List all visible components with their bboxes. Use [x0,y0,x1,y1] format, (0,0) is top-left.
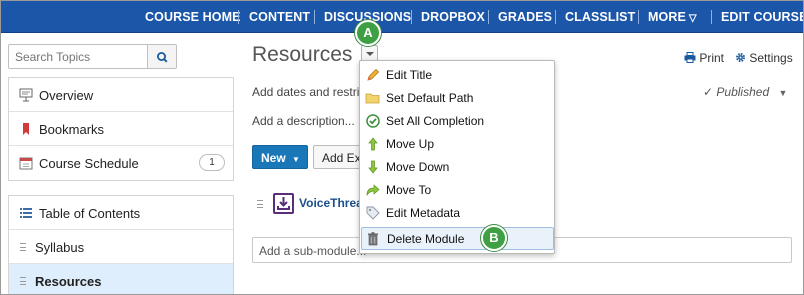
sidebar-item-bookmarks[interactable]: Bookmarks [9,112,233,146]
settings-link[interactable]: Settings [735,51,793,65]
nav-separator [638,10,639,24]
menu-item-move-down[interactable]: Move Down [361,155,554,178]
add-description-link[interactable]: Add a description... [252,114,355,128]
nav-separator [555,10,556,24]
nav-separator [711,10,712,24]
check-icon: ✓ [703,85,714,99]
chevron-down-icon: ▼ [778,88,788,98]
sidebar-item-label: Bookmarks [39,122,105,137]
pencil-icon [367,68,380,81]
sidebar-item-label: Course Schedule [39,156,139,171]
search-icon [156,52,168,63]
arrow-up-icon [368,137,378,151]
module-actions-menu: Edit Title Set Default Path Set All Comp… [359,60,555,254]
bookmark-icon [23,123,29,135]
chevron-down-icon: ▽ [688,13,697,24]
list-icon [20,208,32,218]
sidebar-item-syllabus[interactable]: Syllabus [9,230,233,264]
menu-item-edit-metadata[interactable]: Edit Metadata [361,201,554,224]
app-window: COURSE HOME CONTENT DISCUSSIONS DROPBOX … [0,0,804,295]
sidebar-group-contents: Table of Contents Syllabus Resources [8,195,234,294]
nav-separator [238,10,239,24]
sidebar-item-label: Resources [35,274,102,289]
search-button[interactable] [148,44,177,69]
menu-item-label: Edit Metadata [386,206,461,220]
nav-classlist[interactable]: CLASSLIST [565,10,635,24]
print-link[interactable]: Print [684,51,724,65]
menu-item-label: Move To [386,183,432,197]
arrow-right-icon [366,184,380,197]
top-navigation-bar: COURSE HOME CONTENT DISCUSSIONS DROPBOX … [1,1,803,33]
drag-handle-icon[interactable] [20,243,26,251]
published-label: Published [716,85,770,99]
topic-link[interactable]: VoiceThrea [299,196,363,210]
drag-handle-icon[interactable] [20,277,26,285]
nav-separator [314,10,315,24]
trash-icon [368,232,378,246]
menu-item-label: Move Up [386,137,435,151]
nav-dropbox[interactable]: DROPBOX [421,10,485,24]
chevron-down-icon: ▼ [292,155,300,164]
presentation-icon [19,88,33,102]
tag-icon [366,206,380,220]
menu-item-delete-module[interactable]: Delete Module [361,227,554,250]
callout-b: B [481,225,507,251]
print-label: Print [699,51,725,65]
menu-item-label: Set All Completion [386,114,485,128]
check-circle-icon [366,114,380,128]
sidebar-group-main: Overview Bookmarks Course Schedule 1 [8,77,234,181]
nav-course-home[interactable]: COURSE HOME [145,10,241,24]
menu-item-move-to[interactable]: Move To [361,178,554,201]
page-title: Resources [252,43,353,66]
folder-icon [365,93,380,104]
new-button[interactable]: New ▼ [252,145,308,169]
nav-separator [488,10,489,24]
menu-item-set-default-path[interactable]: Set Default Path [361,86,554,109]
sidebar-item-table-of-contents[interactable]: Table of Contents [9,196,233,230]
menu-item-set-all-completion[interactable]: Set All Completion [361,109,554,132]
menu-item-edit-title[interactable]: Edit Title [361,63,554,86]
menu-item-move-up[interactable]: Move Up [361,132,554,155]
published-status[interactable]: ✓ Published ▼ [703,85,787,99]
sidebar-item-label: Table of Contents [39,206,141,221]
nav-content[interactable]: CONTENT [249,10,310,24]
settings-label: Settings [749,51,793,65]
menu-item-label: Delete Module [387,232,465,246]
add-dates-link[interactable]: Add dates and restric [252,85,365,99]
menu-item-label: Edit Title [386,68,433,82]
arrow-down-icon [368,160,378,174]
nav-separator [411,10,412,24]
sidebar-item-resources[interactable]: Resources [9,264,233,294]
drag-handle-icon[interactable] [257,200,263,208]
new-button-label: New [261,151,286,165]
voicethread-icon [273,193,294,214]
nav-grades[interactable]: GRADES [498,10,552,24]
sidebar-item-overview[interactable]: Overview [9,78,233,112]
gear-icon [735,52,746,63]
search-topics-input[interactable] [8,44,148,69]
menu-item-label: Set Default Path [386,91,474,105]
nav-more-label: MORE [648,10,686,24]
sidebar-item-label: Syllabus [35,240,85,255]
calendar-icon [19,157,33,170]
count-badge: 1 [199,154,225,171]
sidebar-item-course-schedule[interactable]: Course Schedule 1 [9,146,233,180]
nav-edit-course[interactable]: EDIT COURSE [721,10,803,24]
printer-icon [684,52,696,63]
nav-more[interactable]: MORE ▽ [648,10,697,24]
callout-a: A [355,20,381,46]
sidebar-item-label: Overview [39,88,94,103]
menu-item-label: Move Down [386,160,450,174]
